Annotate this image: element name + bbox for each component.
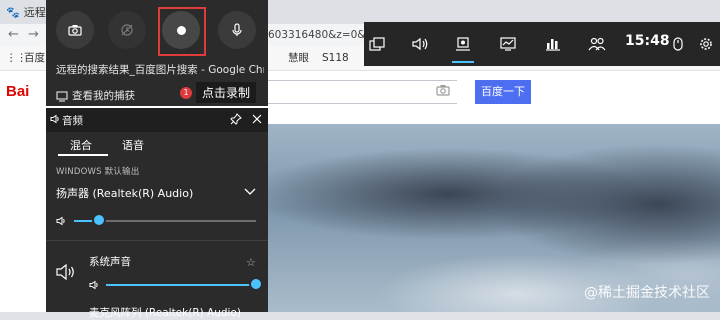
audio-divider bbox=[46, 240, 268, 241]
app-volume-icon bbox=[89, 280, 99, 290]
widget-menu-icon[interactable] bbox=[366, 33, 388, 55]
close-icon[interactable] bbox=[252, 114, 262, 124]
system-sounds-label: 系统声音 bbox=[89, 256, 131, 268]
screenshot-button[interactable] bbox=[56, 11, 94, 49]
default-output-label: WINDOWS 默认输出 bbox=[56, 167, 140, 177]
resources-icon[interactable] bbox=[542, 33, 564, 55]
gallery-icon bbox=[56, 90, 68, 102]
camera-icon bbox=[68, 25, 82, 36]
record-highlight-box bbox=[158, 7, 206, 56]
watermark: @稀土掘金技术社区 bbox=[584, 285, 710, 301]
record-tooltip: 点击录制 bbox=[196, 82, 257, 103]
active-tab-underline bbox=[58, 154, 108, 156]
microphone-icon bbox=[232, 23, 242, 36]
microphone-button[interactable] bbox=[218, 11, 256, 49]
forward-arrow-icon[interactable]: → bbox=[28, 24, 39, 46]
audio-title: 音频 bbox=[62, 115, 83, 127]
performance-icon[interactable] bbox=[497, 33, 519, 55]
notification-badge: 1 bbox=[180, 87, 192, 99]
show-all-captures[interactable]: 查看我的捕获 bbox=[56, 88, 135, 103]
tab-voice[interactable]: 语音 bbox=[122, 137, 144, 153]
pin-icon[interactable] bbox=[230, 113, 242, 125]
social-icon[interactable] bbox=[586, 33, 608, 55]
system-volume-fill bbox=[106, 284, 256, 286]
volume-icon bbox=[56, 216, 66, 226]
audio-header: 音频 bbox=[46, 108, 268, 132]
browser-tab-title: 远程 bbox=[23, 6, 46, 19]
baidu-paw-icon: 🐾 bbox=[6, 6, 20, 19]
system-sounds-icon bbox=[56, 264, 76, 280]
baidu-logo[interactable]: Bai bbox=[6, 83, 29, 100]
master-volume-thumb[interactable] bbox=[92, 213, 106, 227]
record-last-button[interactable] bbox=[108, 11, 146, 49]
microphone-array-label: 麦克风阵列 (Realtek(R) Audio) bbox=[89, 307, 241, 319]
settings-icon[interactable] bbox=[695, 33, 717, 55]
bookmark-huiyan[interactable]: 慧眼 bbox=[288, 46, 309, 70]
capture-icon[interactable] bbox=[452, 33, 474, 55]
camera-search-icon[interactable] bbox=[436, 84, 450, 96]
record-last-icon bbox=[121, 24, 133, 36]
audio-icon[interactable] bbox=[409, 33, 431, 55]
bookmark-s118[interactable]: S118 bbox=[322, 46, 349, 70]
favorite-star-icon[interactable]: ☆ bbox=[246, 256, 256, 269]
audio-widget: 音频 混合 语音 WINDOWS 默认输出 扬声器 (Realtek(R) Au… bbox=[46, 108, 268, 319]
url-bar-text[interactable]: 603316480&z=0& bbox=[268, 24, 366, 46]
chevron-down-icon[interactable] bbox=[244, 188, 256, 196]
active-widget-indicator bbox=[452, 61, 474, 63]
mouse-icon[interactable] bbox=[667, 33, 689, 55]
clock: 15:48 bbox=[625, 33, 670, 49]
back-arrow-icon[interactable]: ← bbox=[8, 24, 19, 46]
system-volume-thumb[interactable] bbox=[249, 277, 263, 291]
search-input[interactable] bbox=[258, 80, 457, 104]
capture-widget: 远程的搜索结果_百度图片搜索 - Google Chr... 查看我的捕获 1 … bbox=[46, 0, 268, 106]
search-button[interactable]: 百度一下 bbox=[475, 80, 531, 104]
capture-target-window: 远程的搜索结果_百度图片搜索 - Google Chr... bbox=[56, 64, 264, 76]
bookmark-baidu[interactable]: 百度 bbox=[24, 46, 45, 70]
show-all-captures-label: 查看我的捕获 bbox=[72, 90, 135, 102]
output-device-name: 扬声器 (Realtek(R) Audio) bbox=[56, 187, 194, 200]
tab-mix[interactable]: 混合 bbox=[70, 137, 92, 153]
speaker-small-icon bbox=[50, 114, 60, 124]
